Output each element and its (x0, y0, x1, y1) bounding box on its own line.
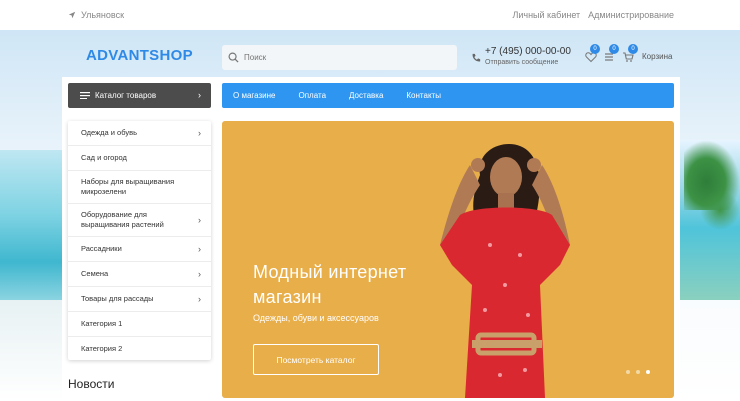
catalog-item-seedbeds[interactable]: Рассадники › (68, 237, 211, 262)
logo[interactable]: ADVANTSHOP (86, 47, 193, 64)
catalog-item-seedling-goods[interactable]: Товары для рассады › (68, 287, 211, 312)
compare-badge: 0 (609, 44, 619, 54)
nav-payment[interactable]: Оплата (299, 91, 327, 100)
nav-contacts[interactable]: Контакты (406, 91, 441, 100)
chevron-right-icon: › (198, 244, 201, 254)
catalog-item-label: Товары для рассады (81, 294, 154, 303)
catalog-item-label: Сад и огород (81, 153, 127, 162)
view-catalog-button[interactable]: Посмотреть каталог (253, 344, 379, 375)
slider-dot[interactable] (626, 370, 630, 374)
catalog-button[interactable]: Каталог товаров › (68, 83, 211, 108)
slider-dot-active[interactable] (646, 370, 650, 374)
catalog-item-clothes[interactable]: Одежда и обувь › (68, 121, 211, 146)
search-input[interactable] (244, 53, 444, 62)
main-nav: О магазине Оплата Доставка Контакты (222, 83, 674, 108)
slider-dots (626, 370, 650, 374)
slider-dot[interactable] (636, 370, 640, 374)
catalog-item-label: Категория 2 (81, 343, 123, 353)
search-box[interactable] (222, 45, 457, 70)
catalog-sidebar: Одежда и обувь › Сад и огород Наборы для… (68, 121, 211, 360)
news-heading: Новости (68, 377, 115, 391)
nav-delivery[interactable]: Доставка (349, 91, 383, 100)
catalog-item-equipment[interactable]: Оборудование для выращивания растений › (68, 204, 211, 237)
catalog-item-label: Наборы для выращивания микрозелени (81, 177, 175, 196)
wishlist-badge: 0 (590, 44, 600, 54)
phone-icon (472, 53, 481, 62)
menu-icon (80, 92, 90, 99)
location-arrow-icon (68, 11, 76, 19)
chevron-right-icon: › (198, 269, 201, 279)
city-selector[interactable]: Ульяновск (68, 10, 124, 20)
hero-slider: Модный интернет магазин Одежды, обуви и … (222, 121, 674, 398)
catalog-item-label: Семена (81, 269, 109, 278)
background-sea-left (0, 150, 70, 310)
search-icon (228, 52, 239, 63)
catalog-item-category-1[interactable]: Категория 1 (68, 312, 211, 337)
admin-link[interactable]: Администрирование (588, 10, 674, 20)
catalog-item-garden[interactable]: Сад и огород (68, 146, 211, 171)
palm-decoration-2 (700, 190, 740, 230)
catalog-item-category-2[interactable]: Категория 2 (68, 337, 211, 360)
top-bar: Ульяновск Личный кабинет Администрирован… (0, 0, 740, 30)
top-links: Личный кабинет Администрирование (512, 10, 674, 20)
catalog-button-label: Каталог товаров (95, 91, 157, 100)
cart-link[interactable]: Корзина (642, 52, 672, 61)
chevron-right-icon: › (198, 294, 201, 304)
catalog-item-label: Оборудование для выращивания растений (81, 210, 164, 229)
cart-badge: 0 (628, 44, 638, 54)
account-link[interactable]: Личный кабинет (512, 10, 580, 20)
catalog-item-microgreens[interactable]: Наборы для выращивания микрозелени (68, 171, 211, 204)
background-sand-left (0, 300, 70, 401)
catalog-item-label: Рассадники (81, 244, 122, 253)
model-photo (440, 144, 570, 398)
nav-about[interactable]: О магазине (233, 91, 276, 100)
chevron-right-icon: › (198, 128, 201, 138)
chevron-right-icon: › (198, 215, 201, 225)
phone-number: +7 (495) 000-00-00 (485, 46, 571, 57)
catalog-item-seeds[interactable]: Семена › (68, 262, 211, 287)
hero-subtitle: Одежды, обуви и аксессуаров (253, 313, 379, 323)
send-message-link[interactable]: Отправить сообщение (485, 59, 558, 66)
city-name[interactable]: Ульяновск (81, 10, 124, 20)
hero-title: Модный интернет магазин (253, 262, 407, 307)
catalog-item-label: Одежда и обувь (81, 128, 137, 137)
catalog-item-label: Категория 1 (81, 319, 123, 328)
chevron-right-icon: › (198, 90, 201, 100)
